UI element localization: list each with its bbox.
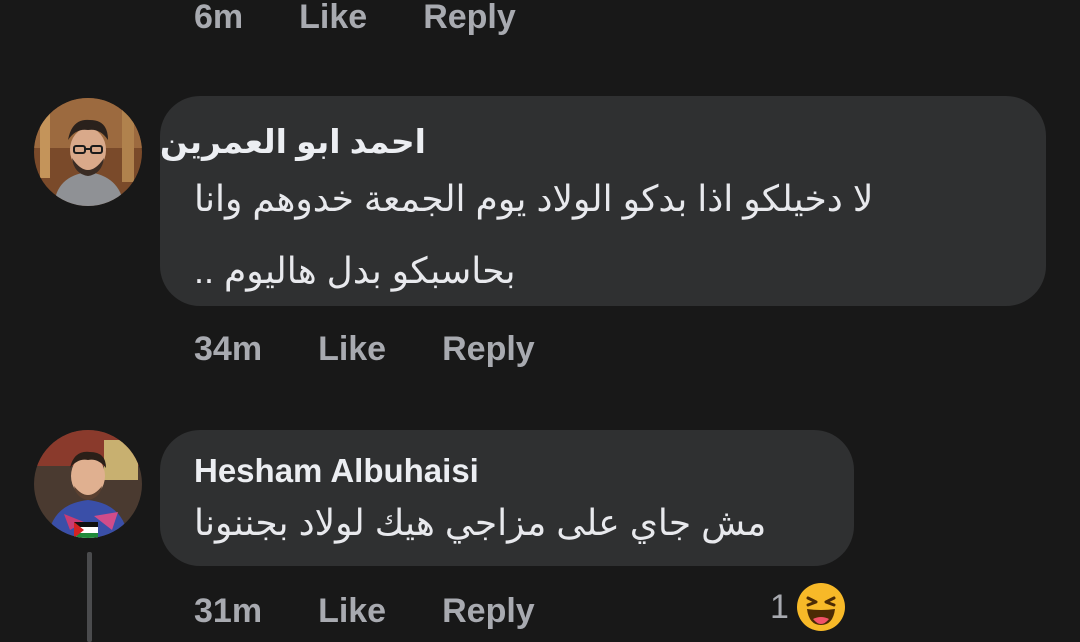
avatar[interactable] xyxy=(34,98,142,206)
avatar[interactable] xyxy=(34,430,142,538)
comments-feed: 6m Like Reply احمد ابو العمرين لا دخيلكو… xyxy=(0,0,1080,642)
comment-timestamp[interactable]: 31m xyxy=(194,592,262,631)
like-button[interactable]: Like xyxy=(318,592,386,631)
comment-author[interactable]: احمد ابو العمرين xyxy=(160,122,426,161)
comment-timestamp[interactable]: 6m xyxy=(194,0,243,37)
profile-photo xyxy=(34,98,142,206)
comment-author[interactable]: Hesham Albuhaisi xyxy=(194,452,479,490)
comment-actions-3: 31m Like Reply xyxy=(194,590,535,632)
reaction-count: 1 xyxy=(770,587,789,626)
comment-text-line: مش جاي على مزاجي هيك لولاد بجننونا xyxy=(194,502,767,543)
reaction-summary[interactable]: 1 xyxy=(770,580,847,634)
like-button[interactable]: Like xyxy=(318,330,386,369)
comment-text-line: بحاسبكو بدل هاليوم .. xyxy=(194,250,516,291)
comment-timestamp[interactable]: 34m xyxy=(194,330,262,369)
like-button[interactable]: Like xyxy=(299,0,367,37)
reply-button[interactable]: Reply xyxy=(423,0,516,37)
reply-button[interactable]: Reply xyxy=(442,330,535,369)
reply-button[interactable]: Reply xyxy=(442,592,535,631)
comment-actions-2: 34m Like Reply xyxy=(194,328,535,370)
reply-thread-line xyxy=(87,552,92,642)
comment-actions-1: 6m Like Reply xyxy=(194,0,516,38)
comment-text-line: لا دخيلكو اذا بدكو الولاد يوم الجمعة خدو… xyxy=(194,178,874,219)
haha-reaction-icon xyxy=(796,583,845,631)
profile-photo xyxy=(34,430,142,538)
